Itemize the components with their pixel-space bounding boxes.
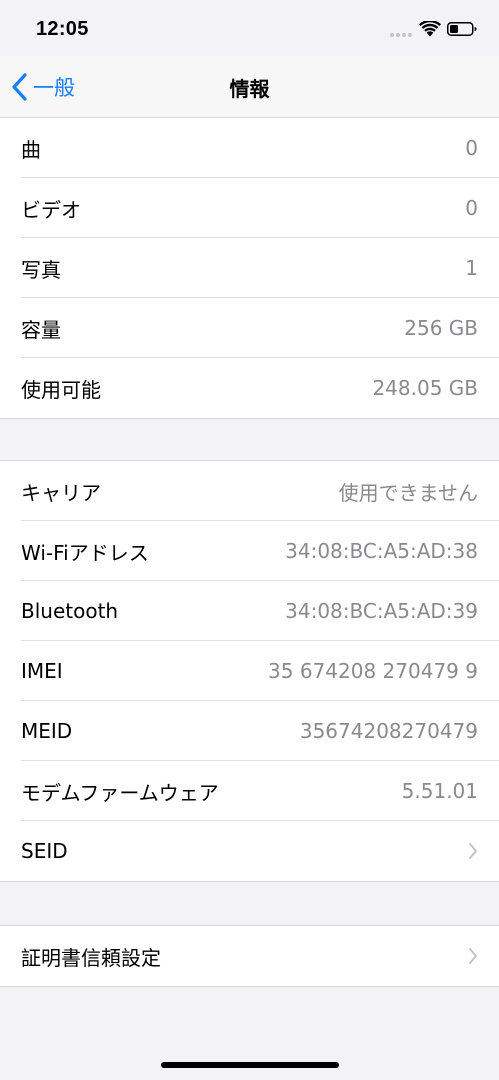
row-value: 34:08:BC:A5:AD:39 bbox=[285, 599, 478, 623]
row-label: 使用可能 bbox=[21, 377, 101, 402]
row-value: 248.05 GB bbox=[372, 376, 478, 400]
row-value: 5.51.01 bbox=[401, 779, 478, 803]
row-value: 0 bbox=[465, 196, 478, 220]
row-label: 写真 bbox=[21, 257, 61, 282]
list-item-photos: 写真 1 bbox=[0, 238, 499, 298]
battery-icon bbox=[447, 22, 477, 36]
row-label: ビデオ bbox=[21, 197, 81, 222]
list-item-songs: 曲 0 bbox=[0, 118, 499, 178]
row-value: 35674208270479 bbox=[299, 719, 478, 743]
row-label: MEID bbox=[21, 719, 73, 743]
list-item-videos: ビデオ 0 bbox=[0, 178, 499, 238]
list-item-capacity: 容量 256 GB bbox=[0, 298, 499, 358]
page-title: 情報 bbox=[229, 77, 270, 101]
navigation-bar: 一般 情報 bbox=[0, 56, 499, 118]
list-item-wifi-address: Wi-Fiアドレス 34:08:BC:A5:AD:38 bbox=[0, 521, 499, 581]
row-label: IMEI bbox=[21, 659, 63, 683]
list-item-available: 使用可能 248.05 GB bbox=[0, 358, 499, 418]
row-value: 256 GB bbox=[404, 316, 478, 340]
wifi-icon bbox=[419, 21, 441, 37]
list-item-meid: MEID 35674208270479 bbox=[0, 701, 499, 761]
row-value: 使用できません bbox=[338, 480, 478, 505]
list-item-imei: IMEI 35 674208 270479 9 bbox=[0, 641, 499, 701]
row-label: 曲 bbox=[21, 137, 41, 162]
row-value: 34:08:BC:A5:AD:38 bbox=[285, 539, 478, 563]
row-label: 容量 bbox=[21, 317, 61, 342]
row-value: 35 674208 270479 9 bbox=[268, 659, 478, 683]
status-time: 12:05 bbox=[36, 18, 89, 40]
media-storage-group: 曲 0 ビデオ 0 写真 1 容量 256 GB 使用可能 248.05 GB bbox=[0, 117, 499, 419]
row-label: キャリア bbox=[21, 480, 101, 505]
row-value: 1 bbox=[465, 256, 478, 280]
signal-dots-icon bbox=[390, 33, 414, 39]
row-label: Wi-Fiアドレス bbox=[21, 540, 149, 565]
home-indicator[interactable] bbox=[161, 1062, 339, 1068]
row-label: SEID bbox=[21, 839, 68, 863]
row-label: モデムファームウェア bbox=[21, 780, 219, 805]
settings-about-screen: 12:05 一般 情報 曲 0 ビデオ 0 写真 1 容量 256 GB 使用可… bbox=[0, 0, 499, 1080]
row-value: 0 bbox=[465, 136, 478, 160]
certificate-group: 証明書信頼設定 bbox=[0, 925, 499, 987]
list-item-carrier: キャリア 使用できません bbox=[0, 461, 499, 521]
list-item-certificate-trust-settings[interactable]: 証明書信頼設定 bbox=[0, 926, 499, 986]
row-label: Bluetooth bbox=[21, 599, 119, 623]
chevron-right-icon bbox=[469, 843, 477, 859]
row-label: 証明書信頼設定 bbox=[21, 945, 161, 970]
status-bar: 12:05 bbox=[0, 0, 499, 56]
network-info-group: キャリア 使用できません Wi-Fiアドレス 34:08:BC:A5:AD:38… bbox=[0, 460, 499, 882]
list-item-modem-firmware: モデムファームウェア 5.51.01 bbox=[0, 761, 499, 821]
list-item-seid[interactable]: SEID bbox=[0, 821, 499, 881]
chevron-right-icon bbox=[469, 948, 477, 964]
list-item-bluetooth: Bluetooth 34:08:BC:A5:AD:39 bbox=[0, 581, 499, 641]
